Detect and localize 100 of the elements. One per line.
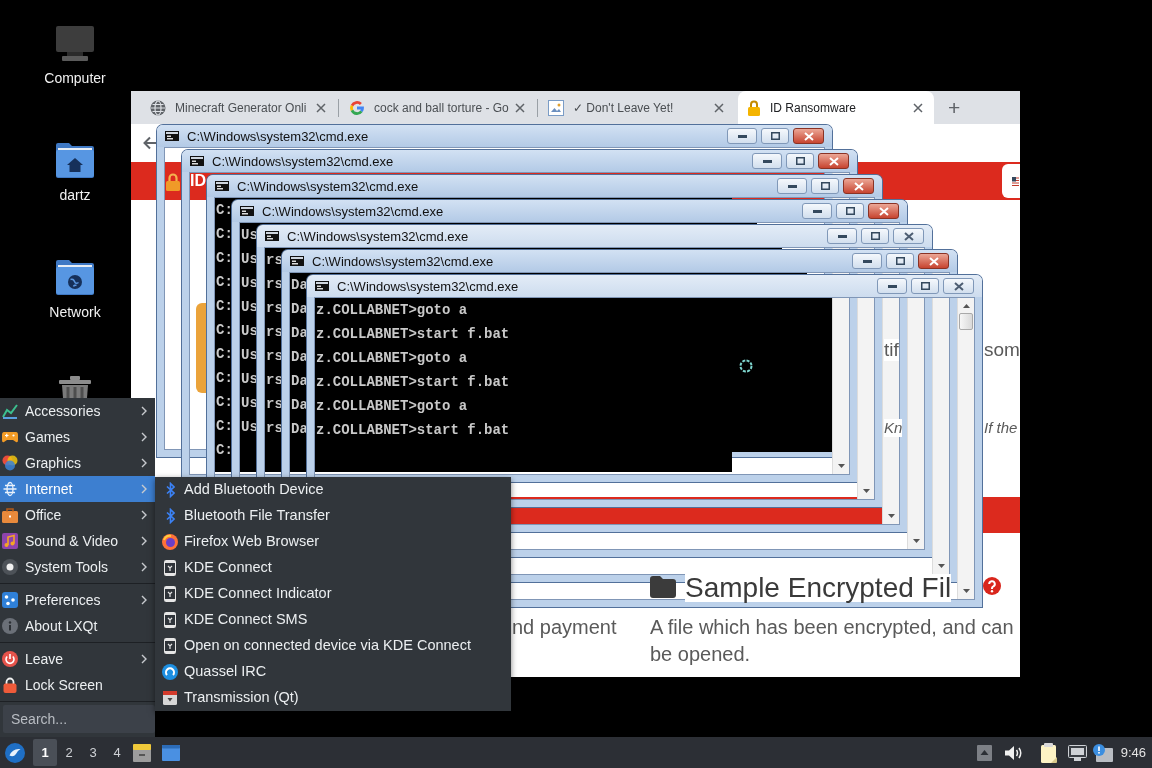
desktop-button[interactable]: 4 xyxy=(105,739,129,766)
close-button[interactable] xyxy=(943,278,974,294)
maximize-button[interactable] xyxy=(811,178,839,194)
disc-icon xyxy=(2,559,18,575)
language-button[interactable] xyxy=(1002,164,1020,198)
menu-item[interactable]: Accessories xyxy=(0,398,155,424)
menu-item[interactable]: Transmission (Qt) xyxy=(155,685,511,711)
maximize-button[interactable] xyxy=(886,253,914,269)
menu-item[interactable]: About LXQt xyxy=(0,613,155,639)
minimize-icon xyxy=(762,159,772,163)
maximize-button[interactable] xyxy=(861,228,889,244)
close-button[interactable] xyxy=(918,253,949,269)
back-icon[interactable] xyxy=(143,136,157,150)
home-folder-icon[interactable] xyxy=(55,142,95,178)
menu-item[interactable]: Games xyxy=(0,424,155,450)
scrollbar[interactable] xyxy=(957,298,974,599)
desktop-button[interactable]: 2 xyxy=(57,739,81,766)
menu-item[interactable]: KDE Connect SMS xyxy=(155,607,511,633)
console-line: C: xyxy=(216,345,233,364)
maximize-button[interactable] xyxy=(836,203,864,219)
menu-item[interactable]: KDE Connect xyxy=(155,555,511,581)
console-line: z.COLLABNET>goto a xyxy=(316,397,468,416)
globe-icon xyxy=(150,99,166,116)
close-button[interactable] xyxy=(843,178,874,194)
desktop-icon-label[interactable]: Computer xyxy=(44,70,106,86)
menu-item[interactable]: Office xyxy=(0,502,155,528)
maximize-button[interactable] xyxy=(786,153,814,169)
scroll-down-icon[interactable] xyxy=(912,539,920,543)
g-logo-icon xyxy=(349,99,365,116)
minimize-button[interactable] xyxy=(777,178,807,194)
desktop-icon-label[interactable]: dartz xyxy=(59,187,91,203)
browser-tab[interactable]: cock and ball torture - Go xyxy=(340,91,536,124)
phone-icon xyxy=(164,638,176,654)
menu-item[interactable]: System Tools xyxy=(0,554,155,580)
close-button[interactable] xyxy=(818,153,849,169)
minimize-icon xyxy=(787,184,797,188)
minimize-button[interactable] xyxy=(802,203,832,219)
minimize-button[interactable] xyxy=(752,153,782,169)
menu-item[interactable]: Add Bluetooth Device xyxy=(155,477,511,503)
desktop-button[interactable]: 3 xyxy=(81,739,105,766)
browser-tab[interactable]: ✓ Don't Leave Yet! xyxy=(539,91,735,124)
console-line: z.COLLABNET>goto a xyxy=(316,301,468,320)
scroll-down-icon[interactable] xyxy=(862,489,870,493)
close-button[interactable] xyxy=(893,228,924,244)
help-icon[interactable] xyxy=(983,577,1001,595)
close-icon[interactable] xyxy=(913,102,923,113)
console-icon xyxy=(215,181,229,191)
menu-item[interactable]: Open on connected device via KDE Connect xyxy=(155,633,511,659)
menu-item[interactable]: Preferences xyxy=(0,587,155,613)
menu-item[interactable]: Leave xyxy=(0,646,155,672)
monitor-icon[interactable] xyxy=(1067,744,1087,761)
browser-tab[interactable]: Minecraft Generator Onli xyxy=(141,91,337,124)
menu-item[interactable]: Internet xyxy=(0,476,155,502)
menu-item[interactable]: Sound & Video xyxy=(0,528,155,554)
desktop-button[interactable]: 1 xyxy=(33,739,57,766)
menu-item[interactable]: Lock Screen xyxy=(0,672,155,698)
notification-icon[interactable] xyxy=(1092,743,1113,762)
scrollbar-thumb[interactable] xyxy=(959,313,973,330)
close-button[interactable] xyxy=(793,128,824,144)
minimize-button[interactable] xyxy=(827,228,857,244)
computer-icon[interactable] xyxy=(55,25,95,61)
menu-item[interactable]: KDE Connect Indicator xyxy=(155,581,511,607)
minimize-button[interactable] xyxy=(852,253,882,269)
close-icon[interactable] xyxy=(515,102,525,113)
menu-item[interactable]: Quassel IRC xyxy=(155,659,511,685)
menu-item[interactable]: Graphics xyxy=(0,450,155,476)
minimize-button[interactable] xyxy=(877,278,907,294)
console-line: C: xyxy=(216,369,233,388)
scroll-up-icon[interactable] xyxy=(962,304,970,308)
maximize-button[interactable] xyxy=(761,128,789,144)
minimize-icon xyxy=(837,234,847,238)
search-field[interactable]: Search... xyxy=(3,705,155,733)
scrollbar[interactable] xyxy=(932,273,949,574)
scroll-down-icon[interactable] xyxy=(937,564,945,568)
maximize-icon xyxy=(870,232,880,240)
browser-tab[interactable]: ID Ransomware xyxy=(738,91,934,124)
speaker-icon[interactable] xyxy=(1003,744,1023,761)
close-button[interactable] xyxy=(868,203,899,219)
minimize-button[interactable] xyxy=(727,128,757,144)
close-icon xyxy=(803,131,814,141)
network-folder-icon[interactable] xyxy=(55,259,95,295)
close-icon[interactable] xyxy=(714,102,724,113)
scroll-down-icon[interactable] xyxy=(962,589,970,593)
logo-icon[interactable] xyxy=(5,742,25,763)
new-tab-button[interactable]: + xyxy=(946,96,963,119)
menu-item[interactable]: Bluetooth File Transfer xyxy=(155,503,511,529)
console-icon xyxy=(315,281,329,291)
cabinet-icon[interactable] xyxy=(133,743,151,762)
padlock-icon xyxy=(2,677,18,693)
close-icon[interactable] xyxy=(316,102,326,113)
scroll-down-icon[interactable] xyxy=(837,464,845,468)
window-title: C:\Windows\system32\cmd.exe xyxy=(262,203,444,219)
scroll-down-icon[interactable] xyxy=(887,514,895,518)
maximize-icon xyxy=(795,157,805,165)
maximize-button[interactable] xyxy=(911,278,939,294)
window-icon[interactable] xyxy=(162,744,180,761)
console-icon xyxy=(190,156,204,166)
clipboard-icon[interactable] xyxy=(1039,742,1058,763)
desktop-icon-label[interactable]: Network xyxy=(49,304,101,320)
menu-item[interactable]: Firefox Web Browser xyxy=(155,529,511,555)
